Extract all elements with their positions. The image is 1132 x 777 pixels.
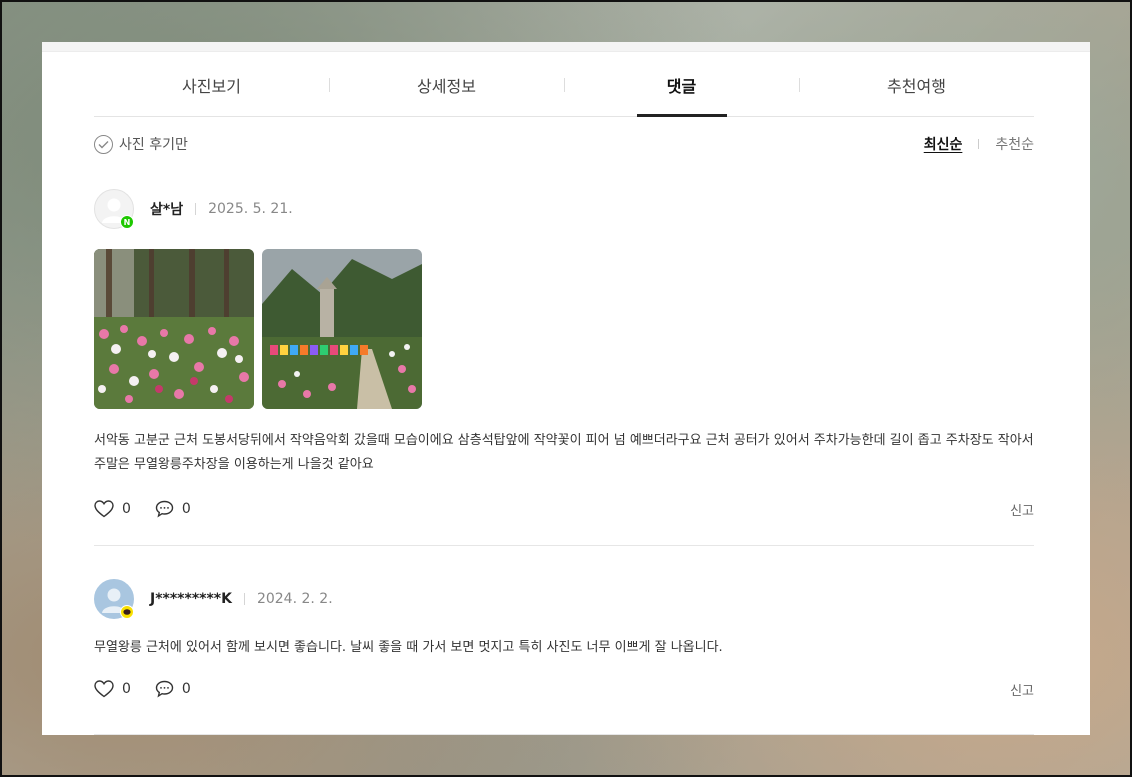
kakao-badge-icon xyxy=(120,605,134,619)
sort-divider xyxy=(978,139,980,149)
sort-latest[interactable]: 최신순 xyxy=(924,134,963,154)
review-header: J*********K 2024. 2. 2. xyxy=(94,579,1034,619)
sort-recommended[interactable]: 추천순 xyxy=(995,134,1034,154)
like-button[interactable]: 0 xyxy=(94,500,131,518)
review-photos xyxy=(94,249,1034,409)
speech-bubble-icon xyxy=(155,500,174,518)
heart-icon xyxy=(94,500,114,518)
tab-comments[interactable]: 댓글 xyxy=(564,54,799,116)
sort-options: 최신순 추천순 xyxy=(924,134,1034,154)
header-divider xyxy=(243,593,245,605)
avatar xyxy=(94,579,134,619)
check-circle-icon[interactable] xyxy=(94,134,113,154)
tab-recommended-trips[interactable]: 추천여행 xyxy=(799,54,1034,116)
review-date: 2025. 5. 21. xyxy=(208,201,293,217)
report-link[interactable]: 신고 xyxy=(1010,680,1034,699)
naver-badge-icon: N xyxy=(120,215,134,229)
review-header: N 살*남 2025. 5. 21. xyxy=(94,189,1034,229)
header-divider xyxy=(195,203,197,215)
comment-count: 0 xyxy=(181,681,191,697)
tab-details[interactable]: 상세정보 xyxy=(329,54,564,116)
review-text: 무열왕릉 근처에 있어서 함께 보시면 좋습니다. 날씨 좋을 때 가서 보면 … xyxy=(94,640,723,655)
comment-count: 0 xyxy=(181,501,191,517)
tab-photos[interactable]: 사진보기 xyxy=(94,54,329,116)
comment-button[interactable]: 0 xyxy=(155,500,191,518)
like-count: 0 xyxy=(122,681,131,697)
review-photo[interactable] xyxy=(262,249,422,409)
review-photo[interactable] xyxy=(94,249,254,409)
reviews-panel: 사진보기 상세정보 댓글 추천여행 사진 후기만 최신순 추천순 N 살*남 2… xyxy=(42,42,1090,735)
like-count: 0 xyxy=(122,501,131,517)
heart-icon xyxy=(94,680,114,698)
comment-button[interactable]: 0 xyxy=(155,680,191,698)
review-item: J*********K 2024. 2. 2. 무열왕릉 근처에 있어서 함께 … xyxy=(94,579,1034,735)
filter-row: 사진 후기만 최신순 추천순 xyxy=(94,134,1034,154)
photo-review-filter-label: 사진 후기만 xyxy=(119,137,188,153)
tab-bar: 사진보기 상세정보 댓글 추천여행 xyxy=(94,54,1034,117)
review-item: N 살*남 2025. 5. 21. 서악동 고분군 근처 도봉서당뒤에서 작약… xyxy=(94,189,1034,546)
report-link[interactable]: 신고 xyxy=(1010,500,1034,519)
review-text: 서악동 고분군 근처 도봉서당뒤에서 작약음악회 갔을때 모습이에요 삼층석탑앞… xyxy=(94,433,1034,472)
review-actions: 0 0 신고 xyxy=(94,677,1034,701)
reviewer-nickname: J*********K xyxy=(150,591,232,607)
like-button[interactable]: 0 xyxy=(94,680,131,698)
avatar: N xyxy=(94,189,134,229)
panel-top-bar xyxy=(42,42,1090,52)
reviewer-nickname: 살*남 xyxy=(150,202,184,218)
photo-review-filter[interactable]: 사진 후기만 xyxy=(94,134,188,154)
review-date: 2024. 2. 2. xyxy=(256,591,333,607)
review-actions: 0 0 신고 xyxy=(94,497,1034,521)
speech-bubble-icon xyxy=(155,680,174,698)
